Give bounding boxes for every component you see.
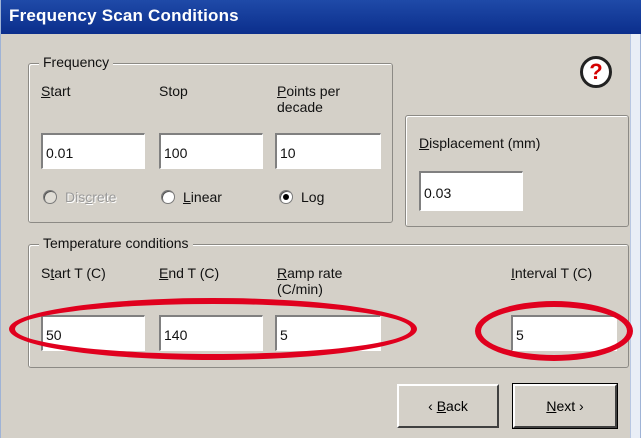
start-temperature-input[interactable] [41, 315, 145, 351]
title-bar: Frequency Scan Conditions [1, 0, 641, 34]
frequency-group-label: Frequency [39, 54, 114, 70]
displacement-input[interactable] [419, 171, 523, 211]
linear-radio[interactable]: Linear [161, 189, 222, 205]
window-title: Frequency Scan Conditions [9, 6, 239, 25]
start-frequency-input[interactable] [41, 133, 145, 169]
ramp-rate-label: Ramp rate (C/min) [277, 265, 343, 297]
frequency-scan-dialog: Frequency Scan Conditions Frequency Star… [0, 0, 641, 438]
help-question-icon[interactable]: ? [580, 56, 612, 88]
window-border [630, 34, 640, 438]
log-label: Log [301, 189, 325, 205]
interval-temperature-label: Interval T (C) [511, 265, 593, 281]
start-label: Start [41, 83, 71, 99]
linear-label: Linear [183, 189, 222, 205]
end-temperature-input[interactable] [159, 315, 263, 351]
end-temperature-label: End T (C) [159, 265, 220, 281]
back-button[interactable]: ‹ Back [397, 384, 499, 428]
points-per-decade-label: Points per decade [277, 83, 341, 115]
ramp-rate-input[interactable] [275, 315, 381, 351]
discrete-radio[interactable]: Discrete [43, 189, 116, 205]
displacement-label: Displacement (mm) [419, 135, 541, 151]
points-per-decade-input[interactable] [275, 133, 381, 169]
temperature-group-label: Temperature conditions [39, 235, 193, 251]
discrete-label: Discrete [65, 189, 117, 205]
interval-temperature-input[interactable] [511, 315, 617, 351]
log-radio[interactable]: Log [279, 189, 324, 205]
stop-label: Stop [159, 83, 188, 99]
discrete-radio-button[interactable] [43, 190, 57, 204]
log-radio-button[interactable] [279, 190, 293, 204]
next-button[interactable]: Next › [512, 383, 618, 429]
linear-radio-button[interactable] [161, 190, 175, 204]
start-temperature-label: Start T (C) [41, 265, 106, 281]
stop-frequency-input[interactable] [159, 133, 263, 169]
